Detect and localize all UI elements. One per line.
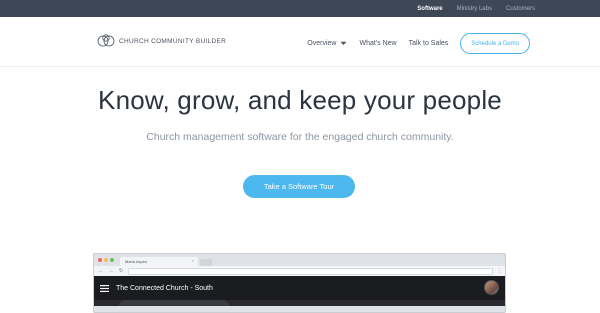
logo[interactable]: CHURCH COMMUNITY BUILDER xyxy=(97,34,226,48)
nav-whats-new[interactable]: What's New xyxy=(359,40,396,47)
schedule-demo-button[interactable]: Schedule a Demo xyxy=(460,33,530,54)
minimize-dot-icon xyxy=(104,258,108,262)
hero: Know, grow, and keep your people Church … xyxy=(0,85,600,143)
browser-tab-title: Maria Aspen xyxy=(125,259,148,264)
url-field xyxy=(128,267,493,275)
logo-rings-icon xyxy=(97,34,115,47)
tab-close-icon: × xyxy=(191,258,194,263)
close-dot-icon xyxy=(98,258,102,262)
preview-app-title: The Connected Church - South xyxy=(116,284,213,292)
browser-tab: Maria Aspen × xyxy=(120,257,198,266)
logo-text: CHURCH COMMUNITY BUILDER xyxy=(119,37,227,45)
nav-overview-label: Overview xyxy=(307,40,337,47)
hero-subtitle: Church management software for the engag… xyxy=(146,131,454,143)
new-tab-icon xyxy=(200,259,212,266)
topbar-link-ministry-labs[interactable]: Ministry Labs xyxy=(457,6,492,12)
browser-preview: Maria Aspen × ← → ↻ ⋮ The Connected Chur… xyxy=(93,253,506,313)
video-thumbnail xyxy=(119,300,229,306)
top-utility-bar: Software Ministry Labs Customers xyxy=(0,0,600,17)
nav-overview[interactable]: Overview xyxy=(307,40,347,47)
forward-arrow-icon: → xyxy=(108,268,114,274)
hamburger-menu-icon xyxy=(100,284,109,292)
software-tour-button[interactable]: Take a Software Tour xyxy=(243,175,355,198)
browser-address-bar: ← → ↻ ⋮ xyxy=(94,266,505,276)
reload-icon: ↻ xyxy=(118,268,124,274)
maximize-dot-icon xyxy=(110,258,114,262)
topbar-link-customers[interactable]: Customers xyxy=(506,6,535,12)
main-nav: CHURCH COMMUNITY BUILDER Overview What's… xyxy=(0,17,600,67)
nav-links: Overview What's New Talk to Sales Schedu… xyxy=(307,33,530,54)
nav-talk-to-sales[interactable]: Talk to Sales xyxy=(409,40,449,47)
preview-video-area xyxy=(94,300,505,306)
browser-tab-bar: Maria Aspen × xyxy=(94,254,505,266)
topbar-link-software[interactable]: Software xyxy=(417,6,442,12)
back-arrow-icon: ← xyxy=(98,268,104,274)
hero-title: Know, grow, and keep your people xyxy=(98,85,502,115)
chevron-down-icon xyxy=(340,41,347,45)
kebab-menu-icon: ⋮ xyxy=(497,268,502,274)
avatar xyxy=(484,280,499,295)
window-controls xyxy=(98,258,114,262)
preview-app-bar: The Connected Church - South xyxy=(94,276,505,300)
